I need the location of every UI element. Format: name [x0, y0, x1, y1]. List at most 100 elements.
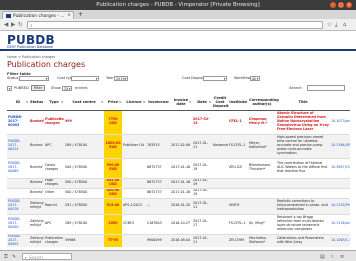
col-cost-centre-label: Cost centre	[72, 100, 96, 105]
close-tab-icon[interactable]: ×	[67, 13, 71, 18]
cell-id[interactable]: PUBDB-2017-00090	[7, 213, 29, 234]
tab-publication-charges[interactable]: Publication charges - ... ×	[2, 11, 74, 19]
cell-price: 835.00 USD	[104, 177, 122, 188]
quick-search-input[interactable]: ⌕ Search	[22, 253, 72, 260]
cell-id[interactable]: PUBDB-2017-00095	[7, 233, 29, 247]
cell-status: Booked	[29, 187, 44, 198]
table-row[interactable]: PUBDB-2017-00014 Booked APC 289 / 478100 180…	[7, 133, 350, 158]
cell-type: APC	[44, 213, 64, 234]
star-icon[interactable]: ☆	[327, 22, 332, 28]
forward-icon[interactable]: ▶	[11, 22, 15, 28]
col-status[interactable]: Status ⇅	[29, 95, 44, 111]
cell-type: Other	[44, 187, 64, 198]
cell-doi[interactable]: 10.1073/pnas	[330, 109, 350, 134]
col-id[interactable]: ID ⇅	[7, 95, 29, 111]
cell-id[interactable]	[7, 177, 29, 188]
filter-button[interactable]: Filter	[31, 85, 45, 91]
table-row[interactable]: Booked Page charges 500 / 478500 835.00 USD…	[7, 177, 350, 188]
col-invoiceno[interactable]: Invoiceno ⇅	[146, 95, 170, 111]
table-row[interactable]: PUBDB-2017-00076 Zahlung erfolgt Reprint 29…	[7, 197, 350, 214]
cell-date: 2017-01-11	[192, 197, 212, 214]
cell-invoice-date: 2017-01-16	[170, 177, 192, 188]
new-tab-button[interactable]: +	[78, 11, 83, 18]
download-icon[interactable]: ⤓	[335, 22, 337, 29]
cell-date: 2017-01-19	[192, 187, 212, 198]
cell-type: Reprint	[44, 197, 64, 214]
window-title: Publication charges - PUBDB - Vimperator…	[96, 1, 260, 8]
status-select[interactable]	[19, 75, 49, 81]
cell-type: Publication charges	[44, 109, 64, 134]
year-label: Year	[106, 76, 114, 80]
table-row[interactable]: Booked Other 500 / 478500 420.00 USD 8672737…	[7, 187, 350, 198]
back-icon[interactable]: ◀	[4, 22, 8, 28]
year-select[interactable]: 2019	[114, 75, 128, 81]
cell-doi[interactable]	[330, 177, 350, 188]
menu-icon[interactable]: ≡	[340, 254, 344, 260]
window-controls: – □ ×	[330, 2, 352, 8]
reload-icon[interactable]: ↻	[18, 22, 23, 28]
col-institute[interactable]: Institute ⇅	[228, 95, 248, 111]
cell-doi[interactable]: 10.1063/1.4	[330, 233, 350, 247]
cell-price: 7700 USD	[104, 109, 122, 134]
pubbed-checkbox[interactable]	[7, 85, 12, 91]
show-entries-value: 25	[64, 86, 69, 91]
reader-icon[interactable]: ▤	[320, 254, 325, 260]
close-window-button[interactable]: ×	[346, 2, 352, 8]
cell-author: Ko, Ming*	[248, 213, 276, 234]
cell-credit	[212, 187, 228, 198]
cell-id[interactable]: PUBDB-2017-00002	[7, 109, 29, 134]
table-row[interactable]: PUBDB-2017-00095 Zahlung erfolgt Publicati…	[7, 233, 350, 247]
col-type[interactable]: Type ⇅	[44, 95, 64, 111]
bookmark-icon[interactable]: ☆	[330, 254, 334, 260]
col-cost-centre[interactable]: Cost centre ⇅	[64, 95, 104, 111]
cell-author	[248, 177, 276, 188]
col-credit-cost-deposit[interactable]: Credit Cost Deposit	[212, 95, 229, 111]
addon-icon[interactable]: ✎	[12, 254, 16, 260]
window-titlebar: Publication charges - PUBDB - Vimperator…	[0, 0, 356, 10]
cell-invoice-date	[170, 109, 192, 134]
cell-doi[interactable]: 10.3847/1538	[330, 157, 350, 178]
cell-credit: Kostenstelle	[212, 133, 228, 158]
cost-deposit-select[interactable]	[203, 75, 227, 81]
minimize-button[interactable]: –	[330, 2, 336, 8]
col-date[interactable]: Date ⇅	[192, 95, 212, 111]
breadcrumb[interactable]: Home > Publication charges	[7, 55, 55, 59]
col-title[interactable]: Title	[276, 95, 330, 111]
cell-id[interactable]: PUBDB-2017-00014	[7, 133, 29, 158]
cell-doi[interactable]: 10.1364/OE.25	[330, 133, 350, 158]
cell-institute: ZEU-THM	[228, 233, 248, 247]
cell-price: 515.00	[104, 197, 122, 214]
cost-type-select[interactable]	[71, 75, 99, 81]
url-input[interactable]: ⌕	[27, 21, 323, 29]
cell-doi[interactable]	[330, 187, 350, 198]
col-invoice-date[interactable]: Invoice date ⇅	[170, 95, 192, 111]
workflow-select[interactable]: All	[250, 75, 260, 81]
workflow-label: Workflow	[234, 76, 251, 80]
table-row[interactable]: PUBDB-2017-00002 Booked Publication charge…	[7, 109, 350, 134]
col-corresponding-author[interactable]: Corresponding author(s)	[248, 95, 279, 111]
home-icon[interactable]: ⌂	[343, 22, 346, 28]
col-licence[interactable]: Licence ⇅	[122, 95, 146, 111]
cell-status: Booked	[29, 177, 44, 188]
col-price[interactable]: Price ⇅	[104, 95, 122, 111]
cell-id[interactable]	[7, 187, 29, 198]
cell-doi[interactable]: 10.1126/sciadv.1	[330, 213, 350, 234]
cell-author: Muchiatsu, Stefanos*	[248, 233, 276, 247]
cell-title: Calibrations and Parameters with Wire Ar…	[276, 233, 330, 247]
cost-deposit-label: Cost Deposit	[182, 76, 205, 80]
show-entries-select[interactable]: 25	[62, 85, 72, 91]
table-search-input[interactable]	[307, 85, 345, 91]
cell-id[interactable]: PUBDB-2017-00069	[7, 157, 29, 178]
url-search-icon: ⌕	[30, 24, 33, 29]
charges-table: ID ⇅ Status ⇅ Type ⇅ Cost centre ⇅ Price ⇅ Li…	[7, 95, 350, 247]
cell-licence	[122, 109, 146, 134]
cell-invoiceno: 8672737	[146, 157, 170, 178]
table-row[interactable]: PUBDB-2017-00090 Zahlung erfolgt APC 289 / …	[7, 213, 350, 234]
maximize-button[interactable]: □	[338, 2, 344, 8]
col-date-label: Date	[197, 100, 207, 105]
table-row[interactable]: PUBDB-2017-00069 Booked Colour charges 500 …	[7, 157, 350, 178]
cell-date: 2017-01-19	[192, 177, 212, 188]
navigation-bar: ◀ ▶ ↻ ⌕ ☆ ⤓ ⌂	[0, 19, 356, 31]
cell-doi[interactable]: 10.1103/PhysR	[330, 197, 350, 214]
cell-id[interactable]: PUBDB-2017-00076	[7, 197, 29, 214]
